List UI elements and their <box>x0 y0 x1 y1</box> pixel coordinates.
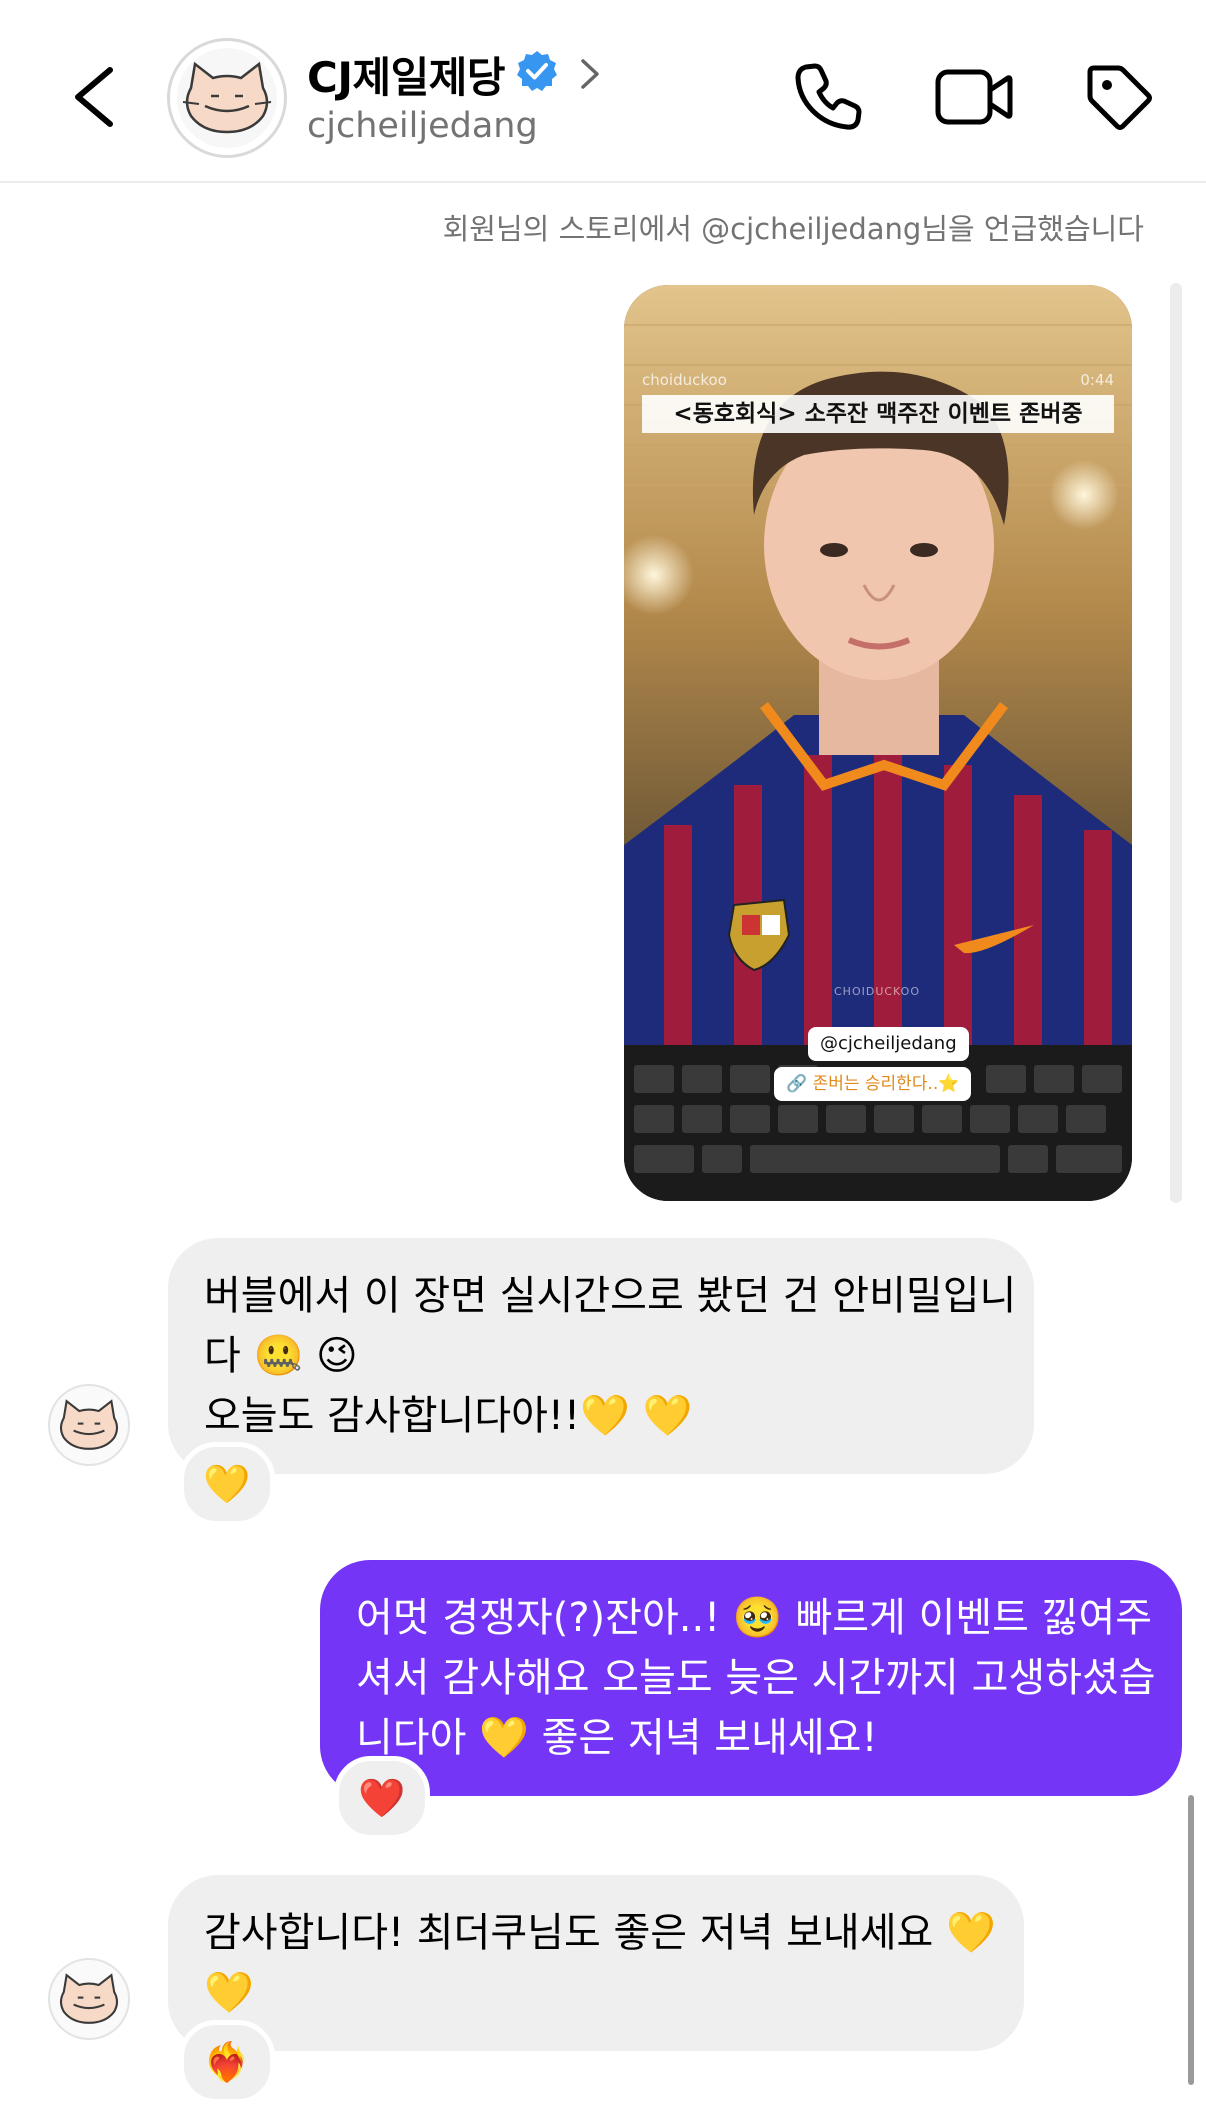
message-text-line: 버블에서 이 장면 실시간으로 봤던 건 안비밀입니 <box>204 1273 1017 1319</box>
story-link-sticker[interactable]: 🔗 존버는 승리한다..⭐ <box>774 1067 972 1101</box>
outgoing-message-bubble[interactable]: 어멋 경쟁자(?)잔아..! 🥹 빠르게 이벤트 낋여주 셔서 감사해요 오늘도… <box>320 1560 1182 1796</box>
cat-logo-icon <box>59 1973 119 2024</box>
story-shirt-text: CHOIDUCKOO <box>834 985 920 998</box>
phone-icon[interactable] <box>793 60 865 132</box>
message-text-line: 니다아 💛 좋은 저녁 보내세요! <box>356 1715 878 1761</box>
message-text-line: 다 🤐 😉 <box>204 1333 358 1379</box>
message-reaction[interactable]: 💛 <box>179 1442 275 1526</box>
story-scrollbar[interactable] <box>1170 283 1182 1203</box>
story-link-label: 존버는 승리한다..⭐ <box>812 1074 960 1094</box>
sender-avatar[interactable] <box>48 1958 130 2040</box>
message-text-line: 감사합니다! 최더쿠님도 좋은 저녁 보내세요 💛 <box>204 1910 996 1956</box>
thread-scrollbar[interactable] <box>1188 1795 1194 2085</box>
story-caption: <동호회식> 소주잔 맥주잔 이벤트 존버중 <box>642 395 1114 433</box>
profile-avatar[interactable] <box>167 38 287 158</box>
story-mention-notice: 회원님의 스토리에서 @cjcheiljedang님을 언급했습니다 <box>442 212 1144 246</box>
message-reaction[interactable]: ❤️ <box>334 1756 430 1840</box>
story-timestamp: 0:44 <box>1080 371 1114 389</box>
profile-handle[interactable]: cjcheiljedang <box>307 106 538 146</box>
verified-badge-icon <box>517 51 557 91</box>
message-text-line: 오늘도 감사합니다아!!💛 💛 <box>204 1393 693 1439</box>
message-text-line: 셔서 감사해요 오늘도 늦은 시간까지 고생하셨습 <box>356 1655 1156 1701</box>
profile-name[interactable]: CJ제일제당 <box>307 44 506 105</box>
incoming-message-bubble[interactable]: 감사합니다! 최더쿠님도 좋은 저녁 보내세요 💛 💛 <box>168 1875 1024 2051</box>
reaction-emoji: ❤️ <box>358 1775 406 1820</box>
reaction-emoji: ❤️‍🔥 <box>203 2039 251 2084</box>
chat-header: CJ제일제당 cjcheiljedang <box>0 0 1206 183</box>
message-reaction[interactable]: ❤️‍🔥 <box>179 2020 275 2104</box>
incoming-message-bubble[interactable]: 버블에서 이 장면 실시간으로 봤던 건 안비밀입니 다 🤐 😉 오늘도 감사합… <box>168 1238 1034 1474</box>
story-mention-sticker[interactable]: @cjcheiljedang <box>808 1027 969 1061</box>
reaction-emoji: 💛 <box>203 1461 251 1506</box>
story-watermark: choiduckoo <box>642 371 727 389</box>
chevron-right-icon[interactable] <box>578 57 602 91</box>
video-camera-icon[interactable] <box>934 62 1014 132</box>
tag-icon[interactable] <box>1082 60 1156 134</box>
message-text-line: 💛 <box>204 1970 254 2016</box>
cat-logo-icon <box>182 61 272 134</box>
message-text-line: 어멋 경쟁자(?)잔아..! 🥹 빠르게 이벤트 낋여주 <box>356 1595 1153 1641</box>
back-arrow-icon[interactable] <box>66 62 126 132</box>
story-preview-card[interactable]: choiduckoo 0:44 <동호회식> 소주잔 맥주잔 이벤트 존버중 C… <box>624 285 1132 1201</box>
cat-logo-icon <box>59 1399 119 1450</box>
link-icon: 🔗 <box>786 1074 808 1094</box>
sender-avatar[interactable] <box>48 1384 130 1466</box>
